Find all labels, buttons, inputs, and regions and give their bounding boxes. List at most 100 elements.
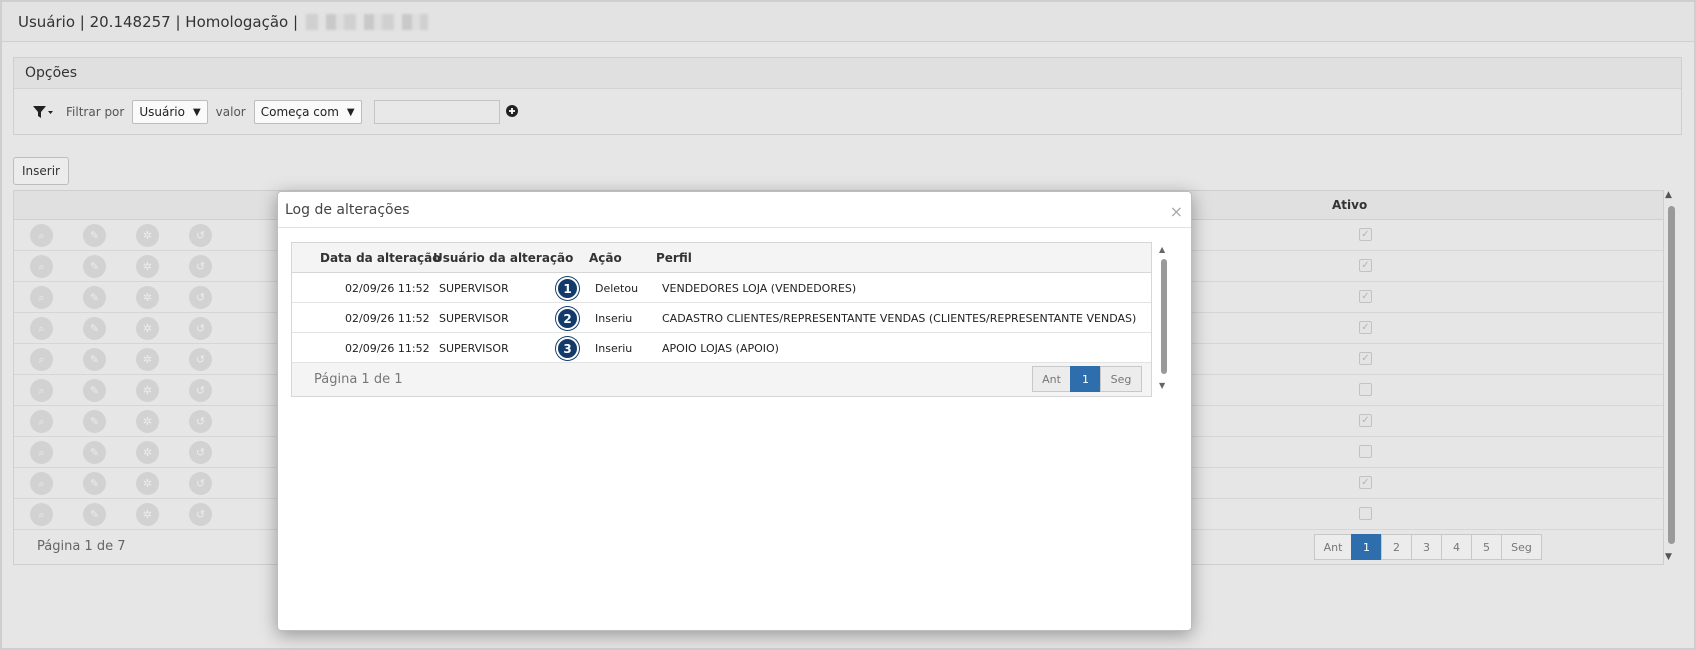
gear-icon[interactable]: ✲ xyxy=(136,410,159,433)
history-icon[interactable]: ↺ xyxy=(189,503,212,526)
modal-header: Log de alterações × xyxy=(278,192,1191,228)
pager-next[interactable]: Seg xyxy=(1501,534,1542,560)
filter-value-input[interactable] xyxy=(373,100,500,124)
pencil-icon[interactable]: ✎ xyxy=(83,503,106,526)
search-icon[interactable]: ⌕ xyxy=(30,503,53,526)
scroll-up-icon[interactable]: ▲ xyxy=(1665,190,1672,200)
value-operator-select[interactable]: Começa com ▼ xyxy=(253,100,362,124)
pencil-icon[interactable]: ✎ xyxy=(83,441,106,464)
gear-icon[interactable]: ✲ xyxy=(136,317,159,340)
plus-circle-icon[interactable] xyxy=(505,104,518,120)
history-icon[interactable]: ↺ xyxy=(189,224,212,247)
ativo-checkbox[interactable]: ✓ xyxy=(1359,228,1372,241)
chevron-down-icon: ▼ xyxy=(192,106,201,118)
search-icon[interactable]: ⌕ xyxy=(30,317,53,340)
pager-prev[interactable]: Ant xyxy=(1314,534,1352,560)
ativo-checkbox[interactable] xyxy=(1359,507,1372,520)
log-row: 02/09/26 11:52 SUPERVISOR 1 Deletou VEND… xyxy=(292,273,1151,303)
scrollbar-thumb[interactable] xyxy=(1668,206,1675,544)
history-icon[interactable]: ↺ xyxy=(189,379,212,402)
search-icon[interactable]: ⌕ xyxy=(30,286,53,309)
gear-icon[interactable]: ✲ xyxy=(136,379,159,402)
ativo-checkbox[interactable]: ✓ xyxy=(1359,352,1372,365)
scroll-down-icon[interactable]: ▼ xyxy=(1159,381,1165,390)
log-profile: VENDEDORES LOJA (VENDEDORES) xyxy=(662,282,857,295)
history-icon[interactable]: ↺ xyxy=(189,348,212,371)
ativo-checkbox[interactable]: ✓ xyxy=(1359,414,1372,427)
pencil-icon[interactable]: ✎ xyxy=(83,410,106,433)
row-actions: ⌕ ✎ ✲ ↺ xyxy=(30,503,242,526)
history-icon[interactable]: ↺ xyxy=(189,286,212,309)
gear-icon[interactable]: ✲ xyxy=(136,224,159,247)
log-pager-prev[interactable]: Ant xyxy=(1032,366,1071,392)
history-icon[interactable]: ↺ xyxy=(189,317,212,340)
scroll-down-icon[interactable]: ▼ xyxy=(1665,552,1672,562)
close-icon[interactable]: × xyxy=(1170,202,1183,221)
log-pager-next[interactable]: Seg xyxy=(1100,366,1142,392)
gear-icon[interactable]: ✲ xyxy=(136,503,159,526)
filter-row: Filtrar por Usuário ▼ valor Começa com ▼ xyxy=(14,89,1681,135)
pencil-icon[interactable]: ✎ xyxy=(83,472,106,495)
log-action: Inseriu xyxy=(595,312,633,325)
pager-page-5[interactable]: 5 xyxy=(1471,534,1502,560)
log-page-indicator: Página 1 de 1 xyxy=(314,372,403,387)
change-log-modal: Log de alterações × Data da alteração Us… xyxy=(277,191,1192,631)
search-icon[interactable]: ⌕ xyxy=(30,224,53,247)
insert-button[interactable]: Inserir xyxy=(13,157,69,185)
pencil-icon[interactable]: ✎ xyxy=(83,224,106,247)
pencil-icon[interactable]: ✎ xyxy=(83,255,106,278)
page-scrollbar[interactable]: ▲ ▼ xyxy=(1665,190,1678,562)
gear-icon[interactable]: ✲ xyxy=(136,286,159,309)
ativo-checkbox[interactable]: ✓ xyxy=(1359,259,1372,272)
pager-page-1[interactable]: 1 xyxy=(1351,534,1382,560)
ativo-checkbox[interactable]: ✓ xyxy=(1359,321,1372,334)
history-icon[interactable]: ↺ xyxy=(189,441,212,464)
page-header: Usuário | 20.148257 | Homologação | xyxy=(2,2,1694,42)
filter-field-select[interactable]: Usuário ▼ xyxy=(132,100,208,124)
scrollbar-thumb[interactable] xyxy=(1161,259,1167,374)
search-icon[interactable]: ⌕ xyxy=(30,472,53,495)
history-icon[interactable]: ↺ xyxy=(189,255,212,278)
row-actions: ⌕ ✎ ✲ ↺ xyxy=(30,286,242,309)
pagination: Ant 1 2 3 4 5 Seg xyxy=(1314,534,1542,560)
gear-icon[interactable]: ✲ xyxy=(136,441,159,464)
gear-icon[interactable]: ✲ xyxy=(136,472,159,495)
row-actions: ⌕ ✎ ✲ ↺ xyxy=(30,472,242,495)
search-icon[interactable]: ⌕ xyxy=(30,441,53,464)
pencil-icon[interactable]: ✎ xyxy=(83,379,106,402)
modal-scrollbar[interactable]: ▲ ▼ xyxy=(1158,245,1170,390)
pencil-icon[interactable]: ✎ xyxy=(83,317,106,340)
log-user: SUPERVISOR xyxy=(439,342,509,355)
col-ativo: Ativo xyxy=(1332,198,1368,212)
gear-icon[interactable]: ✲ xyxy=(136,348,159,371)
options-title: Opções xyxy=(14,58,1681,89)
search-icon[interactable]: ⌕ xyxy=(30,410,53,433)
pager-page-3[interactable]: 3 xyxy=(1411,534,1442,560)
pager-page-2[interactable]: 2 xyxy=(1381,534,1412,560)
search-icon[interactable]: ⌕ xyxy=(30,379,53,402)
search-icon[interactable]: ⌕ xyxy=(30,255,53,278)
filter-icon[interactable] xyxy=(30,101,56,123)
col-perfil: Perfil xyxy=(656,251,692,265)
search-icon[interactable]: ⌕ xyxy=(30,348,53,371)
row-actions: ⌕ ✎ ✲ ↺ xyxy=(30,255,242,278)
pencil-icon[interactable]: ✎ xyxy=(83,286,106,309)
chevron-down-icon: ▼ xyxy=(346,106,355,118)
pager-page-4[interactable]: 4 xyxy=(1441,534,1472,560)
gear-icon[interactable]: ✲ xyxy=(136,255,159,278)
history-icon[interactable]: ↺ xyxy=(189,410,212,433)
scroll-up-icon[interactable]: ▲ xyxy=(1159,245,1165,254)
log-user: SUPERVISOR xyxy=(439,282,509,295)
step-badge: 1 xyxy=(556,277,579,300)
ativo-checkbox[interactable]: ✓ xyxy=(1359,290,1372,303)
ativo-checkbox[interactable] xyxy=(1359,383,1372,396)
ativo-checkbox[interactable] xyxy=(1359,445,1372,458)
log-pager-page-1[interactable]: 1 xyxy=(1070,366,1101,392)
value-label: valor xyxy=(215,105,246,119)
log-pagination: Ant 1 Seg xyxy=(1032,366,1142,392)
log-date: 02/09/26 11:52 xyxy=(345,342,430,355)
log-action: Deletou xyxy=(595,282,639,295)
history-icon[interactable]: ↺ xyxy=(189,472,212,495)
ativo-checkbox[interactable]: ✓ xyxy=(1359,476,1372,489)
pencil-icon[interactable]: ✎ xyxy=(83,348,106,371)
